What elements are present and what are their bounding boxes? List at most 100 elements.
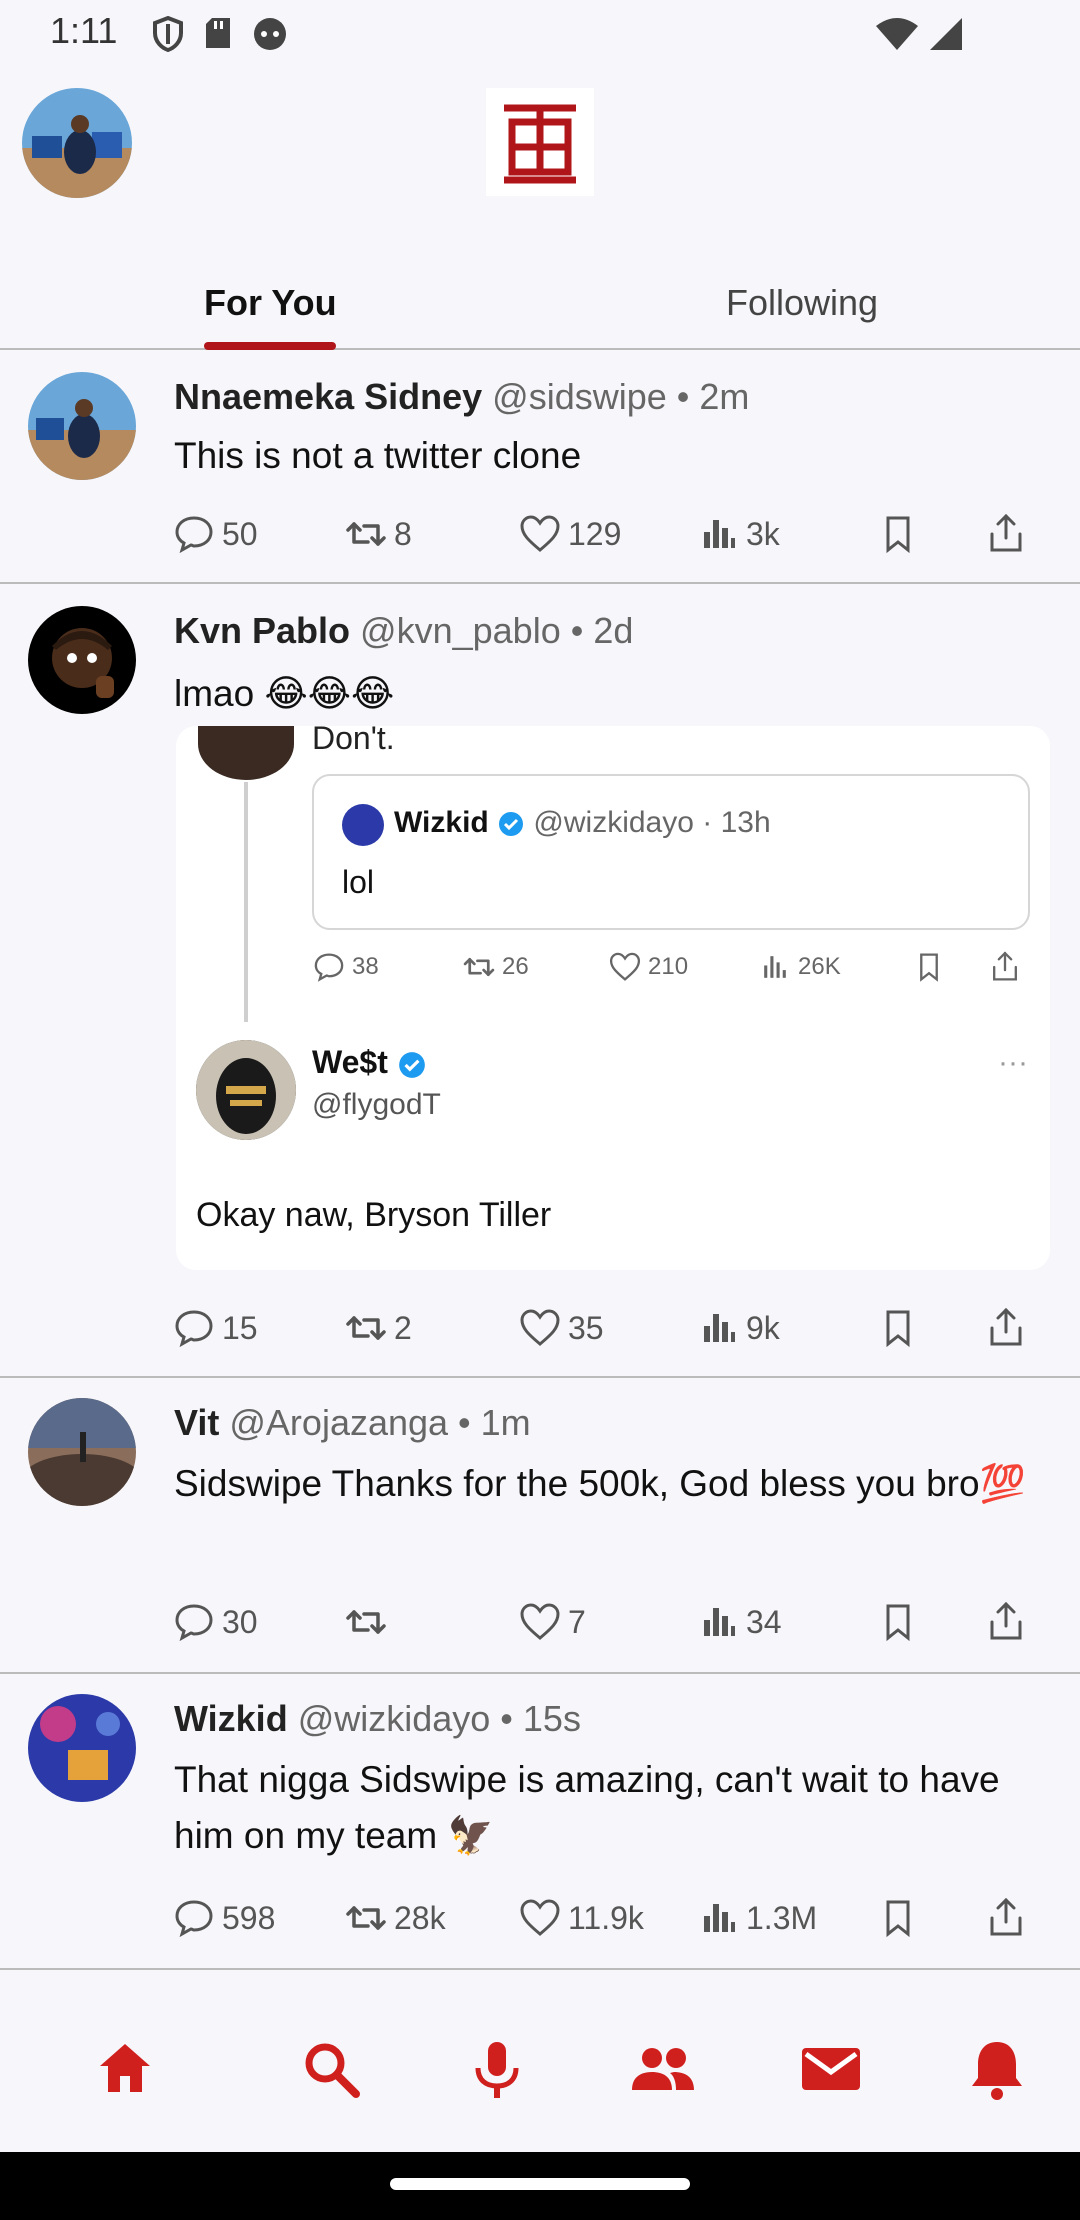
like-button[interactable]: 129 xyxy=(518,512,621,556)
quote-handle: @wizkidayo · 13h xyxy=(533,806,771,839)
bookmark-button[interactable] xyxy=(876,1600,920,1644)
embed-bookmark xyxy=(912,950,946,984)
home-icon xyxy=(100,2044,150,2092)
retweet-button[interactable] xyxy=(344,1600,394,1644)
west-name-text: We$t xyxy=(312,1044,388,1080)
sd-card-icon xyxy=(206,18,230,48)
reply-button[interactable]: 598 xyxy=(172,1896,275,1940)
post-author-name[interactable]: Vit xyxy=(174,1402,219,1443)
share-button[interactable] xyxy=(984,1306,1028,1350)
like-button[interactable]: 35 xyxy=(518,1306,604,1350)
avatar-photo xyxy=(28,1694,136,1802)
share-button[interactable] xyxy=(984,512,1028,556)
bookmark-icon xyxy=(920,953,938,982)
like-button[interactable]: 11.9k xyxy=(518,1896,644,1940)
views-count: 9k xyxy=(746,1309,780,1346)
reply-button[interactable]: 30 xyxy=(172,1600,258,1644)
like-count: 35 xyxy=(568,1309,604,1346)
avatar-photo xyxy=(28,1398,136,1506)
android-debug-icon xyxy=(254,18,286,50)
post-avatar[interactable] xyxy=(28,372,136,480)
post-author-name[interactable]: Nnaemeka Sidney xyxy=(174,376,482,417)
tab-indicator xyxy=(204,342,336,350)
post-actions: 598 28k 11.9k 1.3M xyxy=(172,1896,1032,1946)
embed-retweet-count: 26 xyxy=(502,953,529,980)
views-icon xyxy=(764,956,786,978)
home-indicator[interactable] xyxy=(390,2178,690,2190)
nav-communities[interactable] xyxy=(628,2034,698,2104)
reply-count: 50 xyxy=(222,515,258,552)
search-icon xyxy=(305,2043,360,2098)
share-icon xyxy=(990,513,1022,552)
embed-text-top: Don't. xyxy=(312,726,395,756)
post-handle: @wizkidayo • 15s xyxy=(297,1698,581,1739)
nav-messages[interactable] xyxy=(796,2034,866,2104)
heart-icon xyxy=(609,952,641,981)
bookmark-button[interactable] xyxy=(876,1306,920,1350)
reply-button[interactable]: 15 xyxy=(172,1306,258,1350)
heart-icon xyxy=(520,1603,560,1640)
bell-icon xyxy=(972,2042,1022,2100)
bookmark-button[interactable] xyxy=(876,512,920,556)
embedded-image[interactable]: Don't. Wizkid @wizkidayo · 13h lol 38 26… xyxy=(176,726,1050,1270)
profile-avatar[interactable] xyxy=(22,88,132,198)
comment-icon xyxy=(175,1604,213,1642)
views-icon xyxy=(704,1608,735,1636)
post-avatar[interactable] xyxy=(28,606,136,714)
share-button[interactable] xyxy=(984,1896,1028,1940)
bookmark-icon xyxy=(886,1604,910,1642)
feed-tabs: For You Following xyxy=(0,270,1080,350)
reply-button[interactable]: 50 xyxy=(172,512,258,556)
status-time: 1:11 xyxy=(50,10,118,51)
retweet-button[interactable]: 8 xyxy=(344,512,412,556)
post-item[interactable]: Nnaemeka Sidney @sidswipe • 2m This is n… xyxy=(0,352,1080,584)
like-count: 7 xyxy=(568,1603,586,1640)
like-count: 129 xyxy=(568,515,622,552)
avatar-photo xyxy=(28,606,136,714)
heart-icon xyxy=(520,1899,560,1936)
west-name: We$t xyxy=(312,1044,427,1081)
views-button[interactable]: 34 xyxy=(696,1600,782,1644)
verified-icon xyxy=(398,1051,425,1078)
embed-share xyxy=(988,950,1022,984)
like-count: 11.9k xyxy=(568,1899,644,1936)
retweet-icon xyxy=(346,1316,386,1340)
embed-views: 26K xyxy=(758,950,841,984)
retweet-button[interactable]: 28k xyxy=(344,1896,446,1940)
post-handle: @Arojazanga • 1m xyxy=(229,1402,531,1443)
views-button[interactable]: 3k xyxy=(696,512,780,556)
comment-icon xyxy=(175,516,213,554)
tab-for-you[interactable]: For You xyxy=(204,282,337,324)
views-button[interactable]: 1.3M xyxy=(696,1896,817,1940)
mail-icon xyxy=(802,2048,860,2090)
views-button[interactable]: 9k xyxy=(696,1306,780,1350)
share-button[interactable] xyxy=(984,1600,1028,1644)
tab-following[interactable]: Following xyxy=(726,282,878,324)
share-icon xyxy=(993,951,1017,981)
embed-avatar xyxy=(198,726,294,780)
cell-signal-icon xyxy=(930,18,962,50)
embed-reply-count: 38 xyxy=(352,953,379,980)
bookmark-button[interactable] xyxy=(876,1896,920,1940)
quote-text: lol xyxy=(342,864,375,900)
verified-icon xyxy=(499,812,524,837)
retweet-count: 2 xyxy=(394,1309,412,1346)
post-avatar[interactable] xyxy=(28,1398,136,1506)
post-item[interactable]: Wizkid @wizkidayo • 15s That nigga Sidsw… xyxy=(0,1674,1080,1970)
nav-notifications[interactable] xyxy=(962,2034,1032,2104)
heart-icon xyxy=(520,1309,560,1346)
post-author-name[interactable]: Wizkid xyxy=(174,1698,288,1739)
post-item[interactable]: Vit @Arojazanga • 1m Sidswipe Thanks for… xyxy=(0,1378,1080,1674)
nav-search[interactable] xyxy=(296,2034,366,2104)
post-text: lmao 😂😂😂 xyxy=(174,673,395,714)
like-button[interactable]: 7 xyxy=(518,1600,586,1644)
views-count: 34 xyxy=(746,1603,782,1640)
nav-spaces[interactable] xyxy=(462,2034,532,2104)
west-avatar-photo xyxy=(196,1040,296,1140)
post-author-name[interactable]: Kvn Pablo xyxy=(174,610,350,651)
retweet-button[interactable]: 2 xyxy=(344,1306,412,1350)
bookmark-icon xyxy=(886,516,910,554)
nav-home[interactable] xyxy=(90,2034,160,2104)
retweet-count: 28k xyxy=(394,1899,446,1936)
post-avatar[interactable] xyxy=(28,1694,136,1802)
